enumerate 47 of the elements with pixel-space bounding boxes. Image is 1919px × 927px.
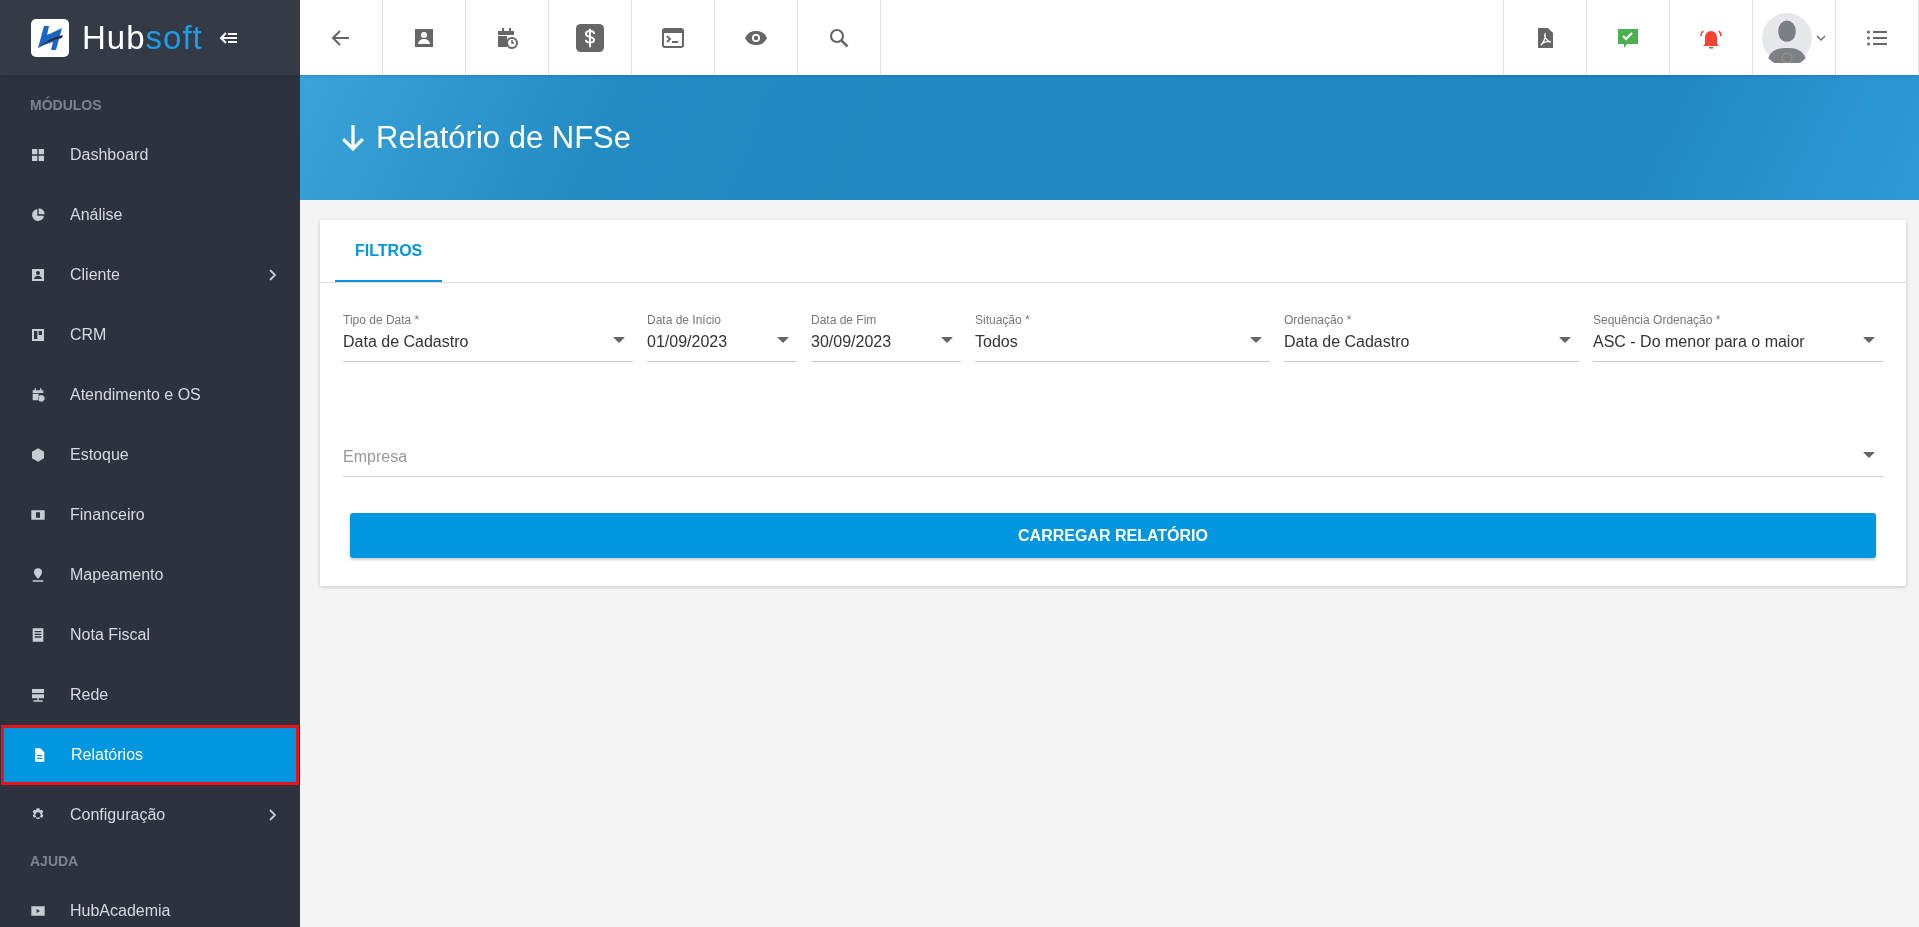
select-field[interactable]: Tipo de Data * Data de Cadastro — [343, 313, 633, 362]
dropdown-caret-icon — [1863, 452, 1875, 458]
sidebar-item[interactable]: Rede — [0, 665, 300, 725]
sidebar-item[interactable]: Nota Fiscal — [0, 605, 300, 665]
dropdown-caret-icon — [613, 337, 625, 343]
collapse-menu-icon[interactable] — [218, 30, 239, 45]
sidebar-section-title: AJUDA — [29, 852, 80, 871]
menu-item-icon — [30, 207, 46, 223]
select-field[interactable]: Sequência Ordenação * ASC - Do menor para o maior — [1593, 313, 1883, 362]
dropdown-caret-icon — [1559, 337, 1571, 343]
sidebar-item[interactable]: Financeiro — [0, 485, 300, 545]
sidebar-item[interactable]: Dashboard — [0, 125, 300, 185]
menu-item-icon — [30, 687, 46, 703]
sidebar-item[interactable]: Configuração — [0, 785, 300, 845]
menu-item-icon — [30, 507, 46, 523]
logo-text: Hubsoft — [82, 18, 203, 57]
sidebar-section-title: MÓDULOS — [29, 95, 103, 115]
calendar-clock-icon[interactable] — [495, 25, 519, 50]
sidebar-item[interactable]: HubAcademia — [0, 881, 300, 927]
sidebar-item[interactable]: Análise — [0, 185, 300, 245]
dropdown-caret-icon — [1250, 337, 1262, 343]
menu-item-icon — [30, 327, 46, 343]
select-field[interactable]: Ordenação * Data de Cadastro — [1284, 313, 1579, 362]
menu-item-icon — [30, 627, 46, 643]
menu-item-icon — [30, 387, 46, 403]
menu-item-icon — [30, 903, 46, 919]
menu-item-icon — [30, 447, 46, 463]
select-field[interactable]: Data de Início 01/09/2023 — [647, 313, 797, 362]
dropdown-caret-icon — [777, 337, 789, 343]
sidebar-item[interactable]: Atendimento e OS — [0, 365, 300, 425]
menu-item-icon — [30, 267, 46, 283]
avatar-icon[interactable] — [1762, 12, 1812, 63]
sidebar-item[interactable]: Cliente — [0, 245, 300, 305]
select-field[interactable]: Situação * Todos — [975, 313, 1270, 362]
logo-icon — [30, 17, 70, 58]
dropdown-caret-icon — [1863, 337, 1875, 343]
sidebar-item[interactable]: Mapeamento — [0, 545, 300, 605]
dropdown-caret-icon — [941, 337, 953, 343]
dollar-icon[interactable] — [576, 23, 604, 52]
caret-icon[interactable] — [1816, 34, 1826, 41]
terminal-icon[interactable] — [661, 25, 685, 50]
menu-item-icon — [30, 567, 46, 583]
select-field[interactable]: Data de Fim 30/09/2023 — [811, 313, 961, 362]
menu-item-icon — [30, 147, 46, 163]
sidebar-item[interactable]: Estoque — [0, 425, 300, 485]
sidebar-item[interactable]: CRM — [0, 305, 300, 365]
page-title: Relatório de NFSe — [376, 119, 631, 156]
